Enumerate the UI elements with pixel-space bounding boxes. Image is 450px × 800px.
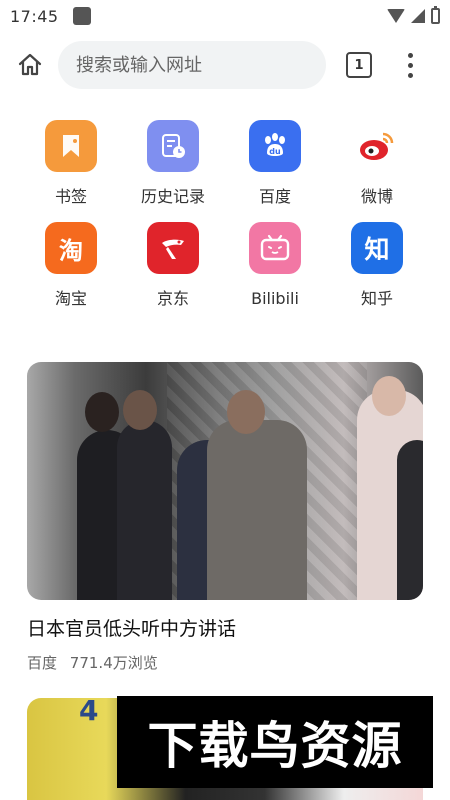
shortcut-label: 知乎 [360, 289, 393, 308]
shortcut-weibo[interactable]: 微博 [326, 120, 428, 208]
shortcut-baidu[interactable]: du 百度 [224, 120, 326, 208]
news-image [27, 362, 423, 600]
svg-text:du: du [269, 147, 281, 156]
watermark: 下载鸟资源 [117, 696, 433, 788]
image-person-main [207, 420, 307, 600]
home-icon [18, 53, 42, 76]
bilibili-tv-icon [249, 222, 301, 274]
image-person-head [123, 390, 157, 430]
history-icon [147, 120, 199, 172]
bookmark-icon [45, 120, 97, 172]
shortcut-jd[interactable]: 京东 [122, 222, 224, 310]
card2-number: 4 [79, 698, 99, 727]
news-title[interactable]: 日本官员低头听中方讲话 [27, 616, 423, 642]
news-views: 771.4万浏览 [69, 654, 158, 672]
shortcut-label: 淘宝 [54, 289, 87, 308]
shortcut-bilibili[interactable]: Bilibili [224, 222, 326, 310]
zhihu-glyph: 知 [364, 235, 390, 264]
more-vert-icon [407, 52, 413, 58]
more-menu-button[interactable] [395, 45, 425, 85]
browser-toolbar: 1 [0, 40, 450, 90]
status-icons [387, 6, 440, 24]
home-button[interactable] [10, 45, 50, 85]
image-person-head [85, 392, 119, 432]
status-bar: 17:45 [0, 0, 450, 32]
image-person [397, 440, 423, 600]
search-input[interactable] [76, 54, 316, 76]
shortcut-grid: 书签 历史记录 du 百度 微博 淘 淘宝 京东 Bilibili 知 知乎 [20, 120, 430, 310]
taobao-icon: 淘 [45, 222, 97, 274]
tab-count: 1 [354, 57, 364, 73]
image-person-head [372, 376, 406, 416]
shortcut-zhihu[interactable]: 知 知乎 [326, 222, 428, 310]
shortcut-history[interactable]: 历史记录 [122, 120, 224, 208]
zhihu-icon: 知 [351, 222, 403, 274]
taobao-glyph: 淘 [59, 236, 83, 265]
weibo-icon [351, 120, 403, 172]
address-bar[interactable] [58, 41, 326, 89]
wifi-icon [387, 9, 405, 23]
news-source: 百度 [27, 654, 58, 672]
baidu-paw-icon: du [249, 120, 301, 172]
shortcut-label: 京东 [156, 289, 189, 308]
news-card[interactable]: 日本官员低头听中方讲话 百度 771.4万浏览 [27, 362, 423, 673]
tab-switcher-button[interactable]: 1 [346, 52, 372, 78]
shortcut-taobao[interactable]: 淘 淘宝 [20, 222, 122, 310]
signal-icon [411, 9, 425, 23]
more-vert-dot [407, 62, 413, 68]
news-meta: 百度 771.4万浏览 [27, 652, 423, 673]
image-person-head [227, 390, 265, 434]
shortcut-label: 微博 [360, 187, 393, 206]
more-vert-dot [407, 72, 413, 78]
battery-icon [431, 6, 440, 24]
jd-dog-icon [147, 222, 199, 274]
watermark-text: 下载鸟资源 [147, 717, 403, 775]
notification-icon [72, 7, 91, 25]
shortcut-bookmarks[interactable]: 书签 [20, 120, 122, 208]
status-time: 17:45 [10, 6, 59, 26]
shortcut-label: Bilibili [251, 289, 299, 308]
shortcut-label: 书签 [54, 187, 87, 206]
image-person [117, 420, 172, 600]
shortcut-label: 百度 [258, 187, 291, 206]
shortcut-label: 历史记录 [140, 187, 205, 206]
